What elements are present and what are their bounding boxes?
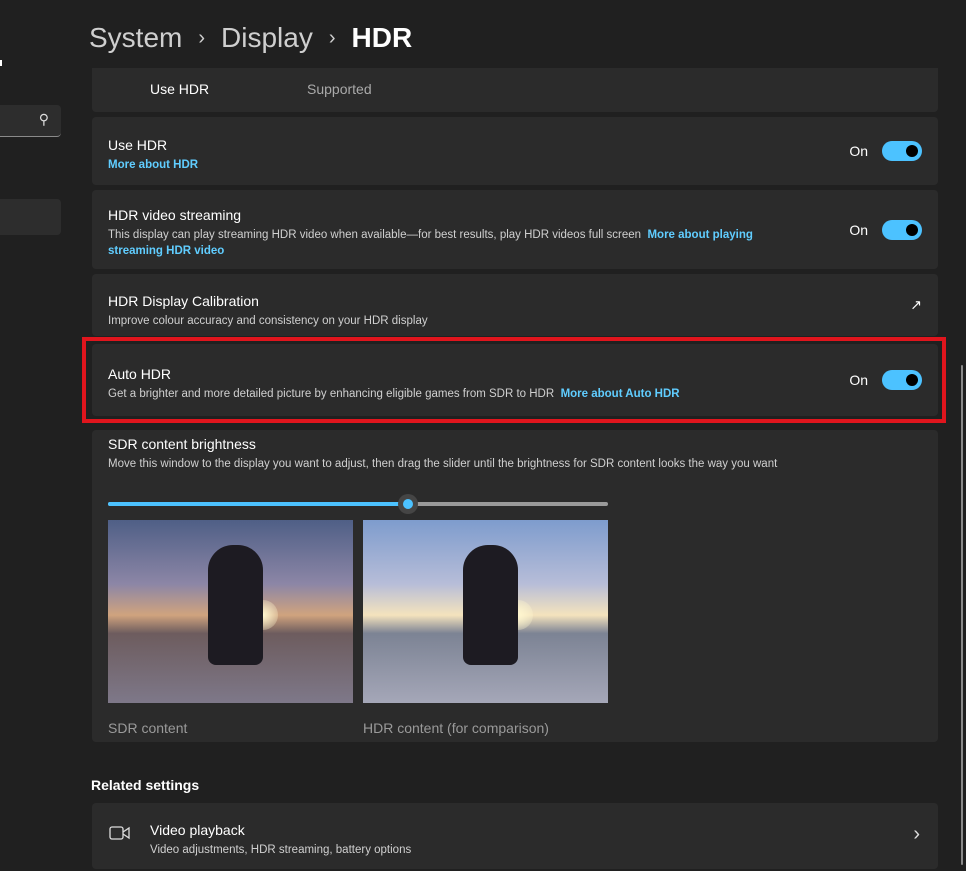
video-playback-title: Video playback (150, 822, 245, 838)
video-camera-icon (109, 825, 131, 841)
breadcrumb: System › Display › HDR (89, 22, 412, 54)
breadcrumb-display[interactable]: Display (221, 22, 313, 54)
search-icon: ⚲ (38, 111, 49, 127)
hdr-caption: HDR content (for comparison) (363, 720, 549, 736)
sdr-preview-image (108, 520, 353, 703)
use-hdr-title: Use HDR (108, 137, 168, 153)
sdr-brightness-desc: Move this window to the display you want… (108, 458, 778, 470)
toggle-state: On (849, 143, 868, 159)
sidebar-fragment (0, 60, 2, 66)
related-settings-heading: Related settings (91, 777, 200, 793)
hdr-calibration-title: HDR Display Calibration (108, 293, 259, 309)
use-hdr-support: Supported (307, 81, 372, 97)
hdr-support-row: Use HDR Supported (92, 68, 938, 112)
use-hdr-card: Use HDR More about HDR On (92, 117, 938, 185)
hdr-preview-image (363, 520, 608, 703)
sidebar: ⚲ (0, 0, 70, 871)
hdr-video-streaming-toggle[interactable] (882, 219, 922, 240)
video-playback-item[interactable]: Video playback Video adjustments, HDR st… (92, 803, 938, 869)
scrollbar[interactable] (961, 365, 963, 865)
sdr-brightness-slider[interactable] (108, 494, 608, 514)
search-input[interactable]: ⚲ (0, 105, 61, 137)
sdr-caption: SDR content (108, 720, 188, 736)
hdr-video-streaming-title: HDR video streaming (108, 207, 242, 223)
chevron-right-icon: › (913, 823, 920, 845)
use-hdr-toggle[interactable] (882, 141, 922, 161)
chevron-right-icon: › (328, 26, 336, 49)
sidebar-item-selected[interactable] (0, 199, 61, 235)
slider-thumb[interactable] (398, 494, 418, 514)
hdr-video-streaming-card: HDR video streaming This display can pla… (92, 190, 938, 269)
hdr-calibration-card[interactable]: HDR Display Calibration Improve colour a… (92, 274, 938, 336)
more-about-hdr-link[interactable]: More about HDR (108, 159, 198, 171)
open-external-icon[interactable]: ↗ (910, 297, 922, 314)
slider-fill (108, 502, 408, 506)
hdr-calibration-desc: Improve colour accuracy and consistency … (108, 315, 428, 327)
page-title: HDR (351, 22, 413, 53)
use-hdr-label: Use HDR (150, 81, 210, 97)
chevron-right-icon: › (198, 26, 206, 49)
highlight-box (82, 337, 946, 423)
video-playback-desc: Video adjustments, HDR streaming, batter… (150, 844, 412, 856)
sdr-brightness-title: SDR content brightness (108, 436, 256, 452)
hdr-video-streaming-desc: This display can play streaming HDR vide… (108, 229, 642, 241)
breadcrumb-system[interactable]: System (89, 22, 182, 54)
sdr-brightness-card: SDR content brightness Move this window … (92, 430, 938, 742)
toggle-state: On (849, 221, 868, 238)
